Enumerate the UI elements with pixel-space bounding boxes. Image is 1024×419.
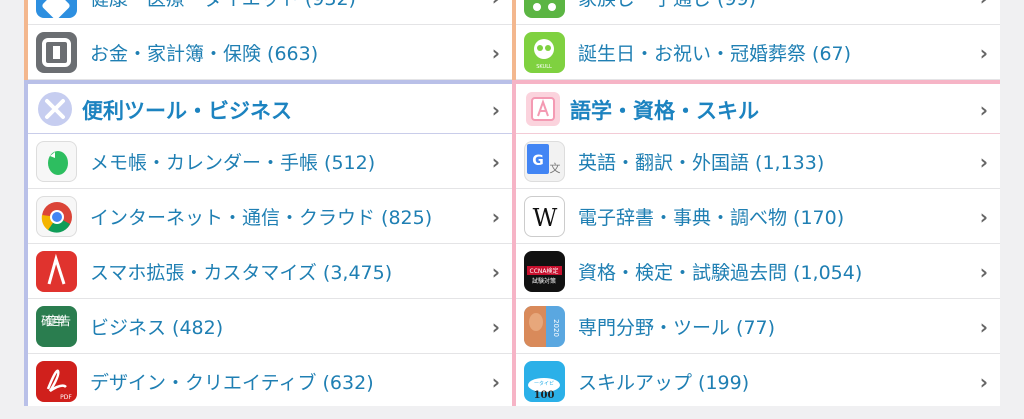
chevron-right-icon: › [491,205,500,229]
list-item-label: スマホ拡張・カスタマイズ (3,475) [90,262,393,284]
list-item-label: ビジネス (482) [90,317,224,339]
category-header-language[interactable]: 語学・資格・スキル › [516,80,1000,134]
icon-text: ータイピ [534,380,554,387]
list-item-label: スキルアップ (199) [578,372,750,394]
category-title: 語学・資格・スキル [570,99,759,123]
list-item-skillup[interactable]: ータイピ 100 スキルアップ (199) › [516,354,1000,409]
square-frame-icon [36,32,77,73]
chevron-right-icon: › [491,315,500,339]
list-item[interactable]: 家族じ・子通じ (99) › [516,0,1000,25]
list-item-label: デザイン・クリエイティブ (632) [90,372,374,394]
list-item-business[interactable]: 確定申告 ビジネス (482) › [28,299,512,354]
list-item-label: 家族じ・子通じ (99) [578,0,756,11]
chrome-icon [36,196,77,237]
typing-100-icon: ータイピ 100 [524,361,565,402]
icon-text: W [533,204,558,232]
chevron-right-icon: › [491,98,500,122]
chevron-right-icon: › [979,150,988,174]
list-item-label: 電子辞書・事典・調べ物 (170) [578,207,845,229]
ccna-exam-icon: CCNA検定 試験対策 [524,251,565,292]
icon-text: PDF [60,394,72,401]
google-translate-icon: G文 [524,141,565,182]
chevron-right-icon: › [980,0,988,10]
chevron-right-icon: › [979,205,988,229]
list-item-dictionary[interactable]: W 電子辞書・事典・調べ物 (170) › [516,189,1000,244]
icon-text: 試験対策 [532,277,556,285]
svg-text:G: G [532,153,544,169]
red-a-icon [36,251,77,292]
list-item-label: 誕生日・お祝い・冠婚葬祭 (67) [578,43,852,65]
chevron-right-icon: › [979,260,988,284]
list-item-label: インターネット・通信・クラウド (825) [90,207,433,229]
list-item-label: 英語・翻訳・外国語 (1,133) [578,152,825,174]
skull-green-icon: SKULL [524,32,565,73]
category-title: 便利ツール・ビジネス [82,99,292,123]
icon-text: 100 [534,390,555,401]
list-item-label: 専門分野・ツール (77) [578,317,776,339]
pdf-icon: PDF [36,361,77,402]
list-item-design[interactable]: PDF デザイン・クリエイティブ (632) › [28,354,512,409]
right-column: 家族じ・子通じ (99) › SKULL 誕生日・お祝い・冠婚葬祭 (67) ›… [512,0,1000,419]
chevron-right-icon: › [979,98,988,122]
list-item-memo[interactable]: メモ帳・カレンダー・手帳 (512) › [28,134,512,189]
chevron-right-icon: › [492,0,500,10]
category-header-tools[interactable]: 便利ツール・ビジネス › [28,80,512,134]
list-item-label: お金・家計簿・保険 (663) [90,43,319,65]
icon-text: 2020 [552,319,560,337]
chevron-right-icon: › [491,41,500,65]
icon-text: SKULL [536,64,552,70]
list-item-exam[interactable]: CCNA検定 試験対策 資格・検定・試験過去問 (1,054) › [516,244,1000,299]
kakutei-shinkoku-icon: 確定申告 [36,306,77,347]
icon-text: CCNA検定 [530,267,559,275]
page-background-bottom [0,406,1024,419]
chevron-right-icon: › [979,315,988,339]
letter-a-icon [526,92,560,126]
list-item-money[interactable]: お金・家計簿・保険 (663) › [28,25,512,80]
health-icon [36,0,77,18]
list-item-label: 資格・検定・試験過去問 (1,054) [578,262,863,284]
chevron-right-icon: › [491,370,500,394]
list-item-customize[interactable]: スマホ拡張・カスタマイズ (3,475) › [28,244,512,299]
wikipedia-icon: W [524,196,565,237]
tools-icon [38,92,72,126]
chevron-right-icon: › [491,260,500,284]
anatomy-icon: 2020 [524,306,565,347]
list-item-internet[interactable]: インターネット・通信・クラウド (825) › [28,189,512,244]
left-column: 健康・医療・ダイエット (932) › お金・家計簿・保険 (663) › 便利… [24,0,512,419]
list-item-label: メモ帳・カレンダー・手帳 (512) [90,152,376,174]
evernote-elephant-icon [36,141,77,182]
icon-text: 確定申告 [41,313,71,328]
list-item-birthday[interactable]: SKULL 誕生日・お祝い・冠婚葬祭 (67) › [516,25,1000,80]
list-item-english[interactable]: G文 英語・翻訳・外国語 (1,133) › [516,134,1000,189]
chevron-right-icon: › [491,150,500,174]
chevron-right-icon: › [979,370,988,394]
family-icon [524,0,565,18]
svg-text:文: 文 [550,161,561,175]
chevron-right-icon: › [979,41,988,65]
list-item-specialty[interactable]: 2020 専門分野・ツール (77) › [516,299,1000,354]
list-item-label: 健康・医療・ダイエット (932) [90,0,356,11]
list-item[interactable]: 健康・医療・ダイエット (932) › [28,0,512,25]
